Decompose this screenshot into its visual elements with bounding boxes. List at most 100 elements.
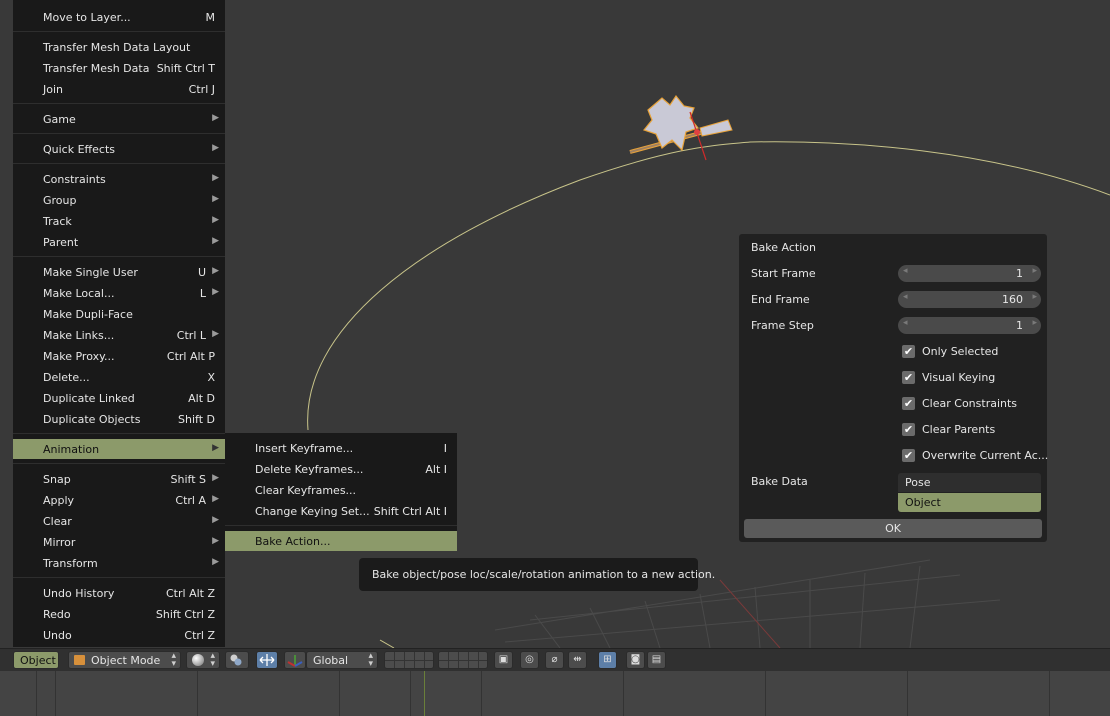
end-frame-label: End Frame [751,293,810,306]
axes-icon [287,655,303,667]
menu-item-make-proxy[interactable]: Make Proxy... Ctrl Alt P [13,346,225,366]
menu-item-undo-history[interactable]: Undo History Ctrl Alt Z [13,583,225,603]
opengl-render-icon[interactable]: ◙ [626,651,645,669]
solid-sphere-icon [192,654,204,666]
submenu-item-insert-keyframe[interactable]: Insert Keyframe... I [225,438,457,458]
current-frame-cursor[interactable] [424,671,425,716]
menu-item-game[interactable]: Game ▶ [13,109,225,129]
updown-arrows-icon: ▴ ▾ [171,651,176,669]
checkmark-icon[interactable]: ✔ [902,423,915,436]
start-frame-field[interactable]: ◂ 1 ▸ [898,265,1041,282]
menu-item-quick-effects[interactable]: Quick Effects ▶ [13,139,225,159]
menu-item-duplicate-objects[interactable]: Duplicate Objects Shift D [13,409,225,429]
submenu-arrow-icon: ▶ [212,443,219,453]
submenu-item-change-keying-set[interactable]: Change Keying Set... Shift Ctrl Alt I [225,501,457,521]
menu-item-apply[interactable]: Apply Ctrl A ▶ [13,490,225,510]
menu-item-transfer-mesh-data[interactable]: Transfer Mesh Data Shift Ctrl T [13,58,225,78]
menu-item-track[interactable]: Track ▶ [13,211,225,231]
menu-item-transform[interactable]: Transform ▶ [13,553,225,573]
submenu-arrow-icon: ▶ [212,194,219,204]
submenu-arrow-icon: ▶ [212,473,219,483]
pivot-icon [230,654,242,666]
bake-data-label: Bake Data [751,475,808,488]
render-only-icon[interactable]: ◎ [520,651,539,669]
frame-step-label: Frame Step [751,319,814,332]
witch-on-broom-object[interactable] [629,94,733,161]
pivot-point-select[interactable] [225,651,249,669]
scene-layers-group-2[interactable] [438,651,488,669]
submenu-arrow-icon: ▶ [212,173,219,183]
submenu-arrow-icon: ▶ [212,329,219,339]
menu-item-clear[interactable]: Clear ▶ [13,511,225,531]
increment-arrow-icon[interactable]: ▸ [1032,292,1037,302]
animation-submenu: Insert Keyframe... I Delete Keyframes... Al… [225,433,457,551]
menu-item-parent[interactable]: Parent ▶ [13,232,225,252]
checkmark-icon[interactable]: ✔ [902,449,915,462]
decrement-arrow-icon[interactable]: ◂ [903,318,908,328]
menu-item-constraints[interactable]: Constraints ▶ [13,169,225,189]
transform-axes-icon-button[interactable] [284,651,306,669]
submenu-arrow-icon: ▶ [212,287,219,297]
panel-title: Bake Action [751,241,816,254]
checkmark-icon[interactable]: ✔ [902,345,915,358]
increment-arrow-icon[interactable]: ▸ [1032,266,1037,276]
submenu-arrow-icon: ▶ [212,557,219,567]
proportional-edit-icon[interactable]: ⌀ [545,651,564,669]
menu-item-group[interactable]: Group ▶ [13,190,225,210]
submenu-arrow-icon: ▶ [212,494,219,504]
frame-step-field[interactable]: ◂ 1 ▸ [898,317,1041,334]
interaction-mode-select[interactable]: Object Mode ▴ ▾ [68,651,181,669]
menu-item-join[interactable]: Join Ctrl J [13,79,225,99]
bake-data-option-object[interactable]: Object [898,493,1041,512]
menu-item-move-to-layer[interactable]: Move to Layer... M [13,7,225,27]
checkmark-icon[interactable]: ✔ [902,371,915,384]
submenu-item-clear-keyframes[interactable]: Clear Keyframes... [225,480,457,500]
manipulator-toggle[interactable] [256,651,278,669]
menu-item-redo[interactable]: Redo Shift Ctrl Z [13,604,225,624]
menu-item-make-links[interactable]: Make Links... Ctrl L ▶ [13,325,225,345]
object-mode-icon [74,655,85,665]
updown-arrows-icon: ▴ ▾ [368,651,373,669]
submenu-arrow-icon: ▶ [212,215,219,225]
submenu-arrow-icon: ▶ [212,536,219,546]
menu-item-make-dupli-face[interactable]: Make Dupli-Face [13,304,225,324]
tooltip-text: Bake object/pose loc/scale/rotation anim… [372,568,716,581]
updown-arrows-icon: ▴ ▾ [210,651,215,669]
submenu-arrow-icon: ▶ [212,236,219,246]
checkmark-icon[interactable]: ✔ [902,397,915,410]
menu-item-make-single-user[interactable]: Make Single User U ▶ [13,262,225,282]
transform-orientation-select[interactable]: Global ▴ ▾ [306,651,378,669]
submenu-arrow-icon: ▶ [212,266,219,276]
scene-layers-group-1[interactable] [384,651,434,669]
snap-grid-icon[interactable]: ⊞ [598,651,617,669]
menu-item-undo[interactable]: Undo Ctrl Z [13,625,225,645]
menu-item-snap[interactable]: Snap Shift S ▶ [13,469,225,489]
submenu-arrow-icon: ▶ [212,515,219,525]
menu-item-make-local[interactable]: Make Local... L ▶ [13,283,225,303]
opengl-animation-icon[interactable]: ▤ [647,651,666,669]
menu-item-animation[interactable]: Animation ▶ [13,439,225,459]
object-menu: Move to Layer... M Transfer Mesh Data Layo… [13,0,225,647]
increment-arrow-icon[interactable]: ▸ [1032,318,1037,328]
decrement-arrow-icon[interactable]: ◂ [903,292,908,302]
timeline-strip[interactable] [0,671,1110,716]
tooltip: Bake object/pose loc/scale/rotation anim… [359,558,715,591]
viewport-shading-select[interactable]: ▴ ▾ [186,651,220,669]
lock-camera-icon[interactable]: ▣ [494,651,513,669]
end-frame-field[interactable]: ◂ 160 ▸ [898,291,1041,308]
menu-item-transfer-mesh-data-layout[interactable]: Transfer Mesh Data Layout [13,37,225,57]
ok-button[interactable]: OK [744,519,1042,538]
menu-item-duplicate-linked[interactable]: Duplicate Linked Alt D [13,388,225,408]
manipulator-icon [259,654,275,666]
viewport-header: Object Object Mode ▴ ▾ ▴ ▾ Global ▴ ▾ ▣ ◎ ⌀… [0,648,1110,671]
object-menu-button[interactable]: Object [13,651,59,669]
menu-item-delete[interactable]: Delete... X [13,367,225,387]
bake-data-option-pose[interactable]: Pose [898,473,1041,492]
menu-item-mirror[interactable]: Mirror ▶ [13,532,225,552]
submenu-item-delete-keyframes[interactable]: Delete Keyframes... Alt I [225,459,457,479]
decrement-arrow-icon[interactable]: ◂ [903,266,908,276]
submenu-item-bake-action[interactable]: Bake Action... [225,531,457,551]
submenu-arrow-icon: ▶ [212,143,219,153]
bake-action-panel: Bake Action Start Frame ◂ 1 ▸ End Frame … [739,234,1048,542]
snap-element-icon[interactable]: ⇹ [568,651,587,669]
